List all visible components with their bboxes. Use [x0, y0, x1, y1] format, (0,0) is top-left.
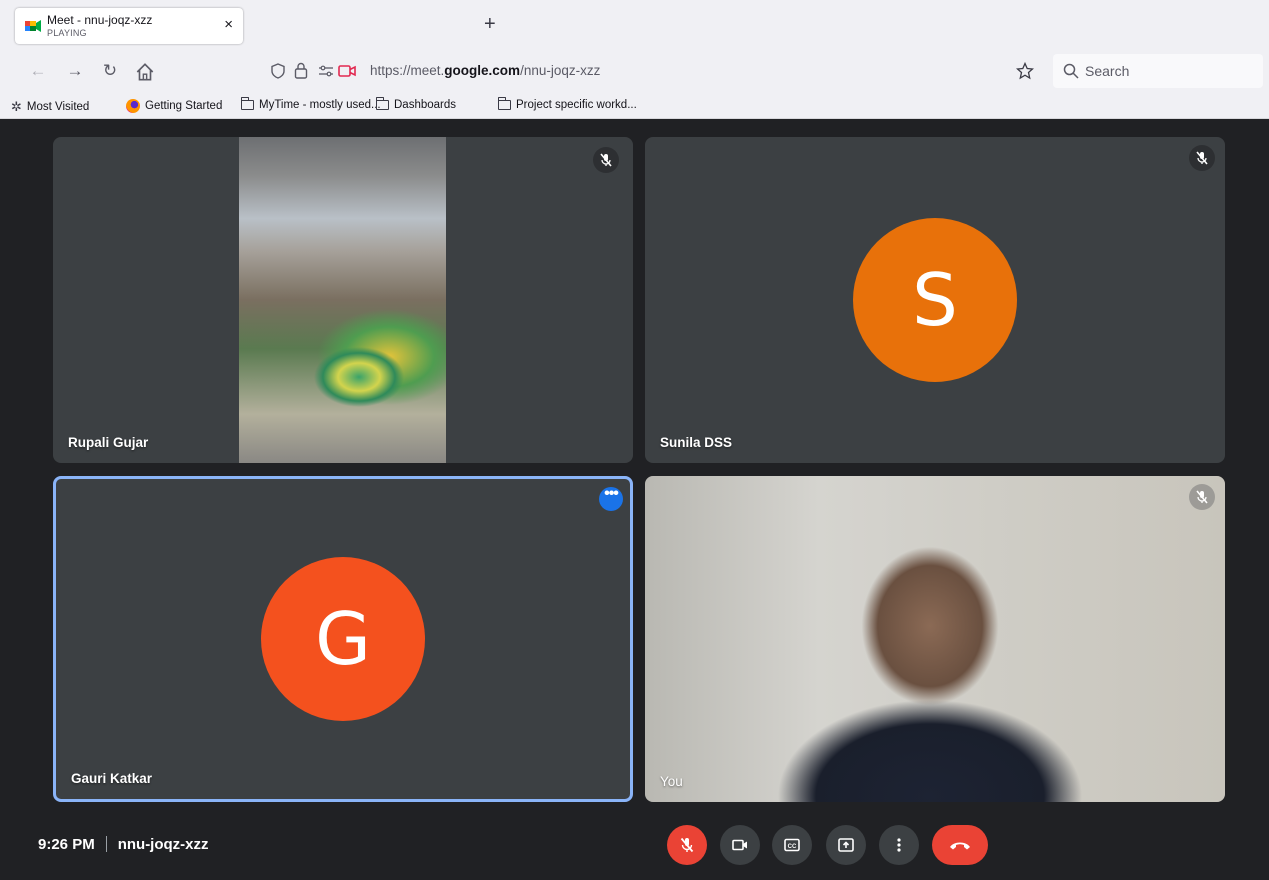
forward-icon[interactable]: → — [64, 60, 86, 82]
participant-tile-gauri[interactable]: G ••• Gauri Katkar — [53, 476, 633, 802]
mic-off-icon — [1189, 484, 1215, 510]
mic-off-icon — [593, 147, 619, 173]
participant-name: Sunila DSS — [660, 435, 733, 450]
browser-chrome: Meet - nnu-joqz-xzz PLAYING × + ← → ↻ ht… — [0, 0, 1269, 119]
reload-icon[interactable]: ↻ — [99, 60, 121, 82]
more-options-icon[interactable]: ••• — [599, 486, 623, 511]
mic-off-icon — [1189, 145, 1215, 171]
search-box[interactable]: Search — [1053, 54, 1263, 88]
present-icon — [838, 838, 854, 852]
tab-playing-label: PLAYING — [47, 28, 87, 38]
present-screen-button[interactable] — [826, 825, 866, 865]
captions-icon: CC — [784, 838, 800, 852]
camera-toggle-button[interactable] — [720, 825, 760, 865]
svg-text:CC: CC — [788, 844, 797, 850]
bookmark-star-icon[interactable] — [1016, 62, 1034, 80]
new-tab-button[interactable]: + — [484, 14, 496, 34]
meeting-code: nnu-joqz-xzz — [117, 836, 209, 853]
hang-up-icon — [950, 842, 970, 850]
self-video — [645, 476, 1225, 802]
camera-sharing-icon[interactable] — [338, 63, 356, 79]
tracking-shield-icon[interactable] — [270, 63, 286, 79]
leave-call-button[interactable] — [932, 825, 988, 865]
more-vert-icon — [897, 838, 901, 852]
tab-title: Meet - nnu-joqz-xzz — [47, 13, 153, 27]
microphone-toggle-button[interactable] — [667, 825, 707, 865]
bookmarks-toolbar: ✲ Most Visited Getting Started MyTime - … — [0, 94, 1269, 119]
participant-tile-self[interactable]: You — [645, 476, 1225, 802]
participant-name: You — [660, 774, 683, 789]
camera-icon — [732, 839, 747, 851]
participant-name: Rupali Gujar — [68, 435, 149, 450]
tab-close-icon[interactable]: × — [224, 17, 233, 33]
search-placeholder: Search — [1085, 63, 1130, 79]
navigation-bar: ← → ↻ https://meet.google.com/nnu-joqz-x… — [0, 52, 1269, 90]
url-text[interactable]: https://meet.google.com/nnu-joqz-xzz — [370, 63, 600, 78]
folder-icon — [497, 97, 511, 110]
tab-strip: Meet - nnu-joqz-xzz PLAYING × + — [0, 0, 1269, 48]
folder-icon — [375, 97, 389, 110]
permissions-icon[interactable] — [318, 64, 334, 78]
participant-tile-rupali[interactable]: Rupali Gujar — [53, 137, 633, 463]
folder-icon — [240, 97, 254, 110]
home-icon[interactable] — [134, 61, 156, 83]
meeting-controls-bar: 9:26 PM nnu-joqz-xzz CC — [0, 818, 1269, 880]
gear-icon: ✲ — [11, 99, 22, 114]
bookmark-dashboards[interactable]: Dashboards — [375, 97, 456, 111]
more-options-button[interactable] — [879, 825, 919, 865]
meet-favicon-icon — [25, 20, 41, 32]
meeting-info: 9:26 PM nnu-joqz-xzz — [38, 836, 209, 853]
avatar: G — [261, 557, 425, 721]
meet-stage: Rupali Gujar S Sunila DSS G ••• Gauri Ka… — [0, 120, 1269, 880]
bookmark-getting-started[interactable]: Getting Started — [126, 99, 222, 113]
lock-icon[interactable] — [294, 62, 308, 79]
browser-tab[interactable]: Meet - nnu-joqz-xzz PLAYING × — [15, 8, 243, 44]
bookmark-project-specific[interactable]: Project specific workd... — [497, 97, 637, 111]
participant-video — [239, 137, 446, 463]
back-icon[interactable]: ← — [27, 60, 49, 82]
search-icon — [1063, 63, 1079, 79]
url-bar[interactable]: https://meet.google.com/nnu-joqz-xzz — [258, 54, 1044, 88]
participant-name: Gauri Katkar — [71, 771, 153, 786]
mic-off-icon — [680, 837, 694, 853]
bookmark-most-visited[interactable]: ✲ Most Visited — [11, 99, 89, 115]
bookmark-mytime[interactable]: MyTime - mostly used... — [240, 97, 381, 111]
avatar: S — [853, 218, 1017, 382]
clock-time: 9:26 PM — [38, 836, 95, 853]
captions-button[interactable]: CC — [772, 825, 812, 865]
participant-tile-sunila[interactable]: S Sunila DSS — [645, 137, 1225, 463]
firefox-icon — [126, 99, 140, 113]
